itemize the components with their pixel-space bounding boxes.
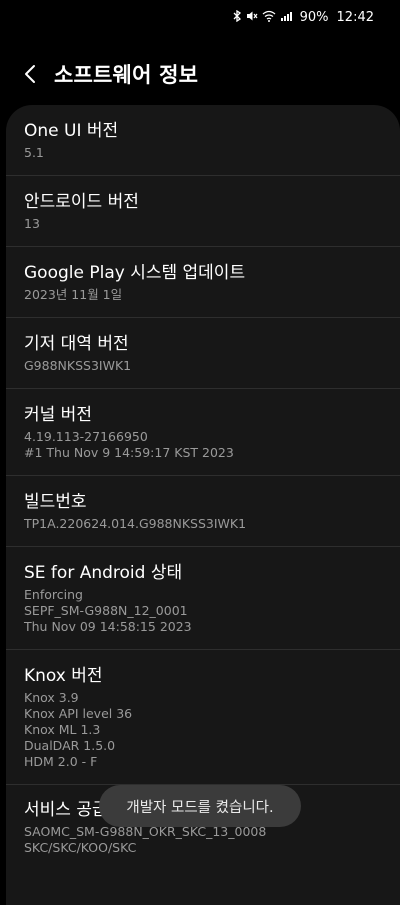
item-title: 안드로이드 버전 [24, 192, 139, 212]
list-item[interactable]: 안드로이드 버전 13 [6, 176, 400, 247]
toast-message: 개발자 모드를 켰습니다. [99, 785, 301, 827]
battery-level: 90% [299, 9, 329, 25]
status-icons [232, 9, 292, 24]
list-item[interactable]: One UI 버전 5.1 [6, 105, 400, 176]
item-value: 2023년 11월 1일 [24, 287, 123, 302]
item-value: TP1A.220624.014.G988NKSS3IWK1 [24, 516, 247, 531]
item-value: 5.1 [24, 145, 44, 160]
item-value: DualDAR 1.5.0 [24, 738, 116, 753]
app-bar: 소프트웨어 정보 [0, 52, 400, 96]
item-value: 4.19.113-27166950 [24, 429, 148, 444]
item-title: One UI 버전 [24, 121, 119, 141]
clock: 12:42 [336, 9, 374, 25]
item-title: 빌드번호 [24, 492, 87, 512]
chevron-left-icon [25, 65, 35, 83]
item-value: HDM 2.0 - F [24, 754, 98, 769]
item-value: #1 Thu Nov 9 14:59:17 KST 2023 [24, 445, 234, 460]
back-button[interactable] [14, 58, 46, 90]
item-value: Enforcing [24, 587, 83, 602]
item-value: SKC/SKC/KOO/SKC [24, 840, 137, 855]
list-item[interactable]: Google Play 시스템 업데이트 2023년 11월 1일 [6, 247, 400, 318]
item-value: Knox ML 1.3 [24, 722, 101, 737]
list-item[interactable]: 커널 버전 4.19.113-27166950 #1 Thu Nov 9 14:… [6, 389, 400, 476]
item-value: 13 [24, 216, 40, 231]
list-item[interactable]: 빌드번호 TP1A.220624.014.G988NKSS3IWK1 [6, 476, 400, 547]
item-title: 기저 대역 버전 [24, 334, 129, 354]
list-item[interactable]: Knox 버전 Knox 3.9 Knox API level 36 Knox … [6, 650, 400, 785]
item-title: Google Play 시스템 업데이트 [24, 263, 246, 283]
status-bar: 90% 12:42 [0, 0, 400, 34]
list-item[interactable]: 기저 대역 버전 G988NKSS3IWK1 [6, 318, 400, 389]
page-title: 소프트웨어 정보 [54, 63, 199, 87]
item-title: SE for Android 상태 [24, 563, 183, 583]
wifi-icon [262, 10, 276, 24]
item-title: 커널 버전 [24, 405, 92, 425]
bluetooth-icon [232, 9, 242, 24]
signal-icon [280, 10, 292, 24]
item-value: Thu Nov 09 14:58:15 2023 [24, 619, 192, 634]
mute-icon [246, 10, 258, 24]
item-value: Knox API level 36 [24, 706, 133, 721]
list-item[interactable]: SE for Android 상태 Enforcing SEPF_SM-G988… [6, 547, 400, 650]
item-value: SEPF_SM-G988N_12_0001 [24, 603, 188, 618]
item-title: Knox 버전 [24, 666, 103, 686]
item-value: G988NKSS3IWK1 [24, 358, 132, 373]
item-value: Knox 3.9 [24, 690, 79, 705]
